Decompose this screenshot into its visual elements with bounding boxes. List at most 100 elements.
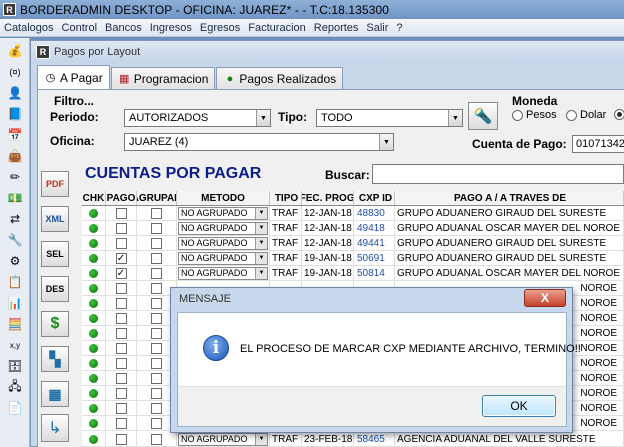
menu-control[interactable]: Control xyxy=(62,22,97,34)
pago-checkbox[interactable] xyxy=(115,282,127,294)
cxp-id-cell[interactable]: 50691 xyxy=(354,251,395,265)
agrupar-checkbox[interactable] xyxy=(151,282,162,294)
dollar-button[interactable]: $ xyxy=(41,311,69,337)
menu-catalogos[interactable]: Catalogos xyxy=(4,22,54,34)
money-bag-icon[interactable]: 💰 xyxy=(5,43,25,59)
bag-icon[interactable]: 👜 xyxy=(5,148,25,164)
metodo-select[interactable]: NO AGRUPADO ▼ xyxy=(178,432,268,446)
pago-checkbox[interactable] xyxy=(115,327,127,339)
pago-checkbox[interactable] xyxy=(115,357,127,369)
buscar-input[interactable] xyxy=(372,164,624,184)
agrupar-checkbox[interactable] xyxy=(151,222,162,234)
agrupar-checkbox[interactable] xyxy=(151,237,162,249)
cxp-id-cell[interactable]: 58465 xyxy=(354,432,395,446)
chart-icon[interactable]: 📊 xyxy=(5,295,25,311)
settings-icon[interactable]: ⚙ xyxy=(5,253,25,269)
menu-salir[interactable]: Salir xyxy=(366,22,388,34)
cxp-id-cell[interactable]: 49441 xyxy=(354,236,395,250)
agrupar-checkbox[interactable] xyxy=(151,207,162,219)
pdf-button[interactable]: PDF xyxy=(41,171,69,197)
agrupar-checkbox[interactable] xyxy=(151,327,162,339)
pago-checkbox[interactable] xyxy=(115,222,127,234)
close-button[interactable]: X xyxy=(524,289,566,307)
save-button[interactable]: ▚ xyxy=(41,346,69,372)
agrupar-checkbox[interactable] xyxy=(151,417,162,429)
col-tipo[interactable]: TIPO xyxy=(270,191,302,205)
pago-checkbox[interactable] xyxy=(115,387,127,399)
pago-checkbox[interactable] xyxy=(115,417,127,429)
calculator-icon[interactable]: 🧮 xyxy=(5,316,25,332)
oficina-select[interactable]: JUAREZ (4) ▼ xyxy=(124,133,394,151)
pago-checkbox[interactable] xyxy=(115,207,127,219)
metodo-select[interactable]: NO AGRUPADO ▼ xyxy=(178,266,268,280)
agent-icon[interactable]: 👤 xyxy=(5,85,25,101)
search-flashlight-button[interactable]: 🔦 xyxy=(468,102,498,130)
agrupar-checkbox[interactable] xyxy=(151,372,162,384)
cxp-id-cell[interactable]: 49418 xyxy=(354,221,395,235)
agrupar-checkbox[interactable] xyxy=(151,433,162,445)
col-metodo[interactable]: METODO xyxy=(177,191,270,205)
calendar-icon[interactable]: 📅 xyxy=(5,127,25,143)
book-icon[interactable]: 📘 xyxy=(5,106,25,122)
formula-icon[interactable]: x,y xyxy=(5,337,25,353)
database-icon[interactable]: 🗄 xyxy=(5,358,25,374)
col-cxp-id[interactable]: CXP ID xyxy=(354,191,395,205)
table-row[interactable]: NO AGRUPADO ▼ TRAF 23-FEB-18 58465 AGENCIA AD… xyxy=(82,432,624,447)
xml-button[interactable]: XML xyxy=(41,206,69,232)
agrupar-checkbox[interactable] xyxy=(151,252,162,264)
tab-programacion[interactable]: ▦ Programacion xyxy=(110,67,216,89)
metodo-select[interactable]: NO AGRUPADO ▼ xyxy=(178,236,268,250)
select-all-button[interactable]: SEL xyxy=(41,241,69,267)
col-fec-prog[interactable]: FEC. PROG. xyxy=(302,191,354,205)
table-row[interactable]: ✓ NO AGRUPADO ▼ TRAF 19-JAN-18 50814 GRUPO ADU… xyxy=(82,266,624,281)
periodo-select[interactable]: AUTORIZADOS ▼ xyxy=(124,109,271,127)
pago-checkbox[interactable] xyxy=(115,237,127,249)
tipo-select[interactable]: TODO ▼ xyxy=(316,109,463,127)
metodo-select[interactable]: NO AGRUPADO ▼ xyxy=(178,206,268,220)
metodo-select[interactable]: NO AGRUPADO ▼ xyxy=(178,221,268,235)
agrupar-checkbox[interactable] xyxy=(151,297,162,309)
pago-checkbox[interactable]: ✓ xyxy=(115,267,127,279)
menu-reportes[interactable]: Reportes xyxy=(314,22,359,34)
pen-icon[interactable]: ✏ xyxy=(5,169,25,185)
col-chk[interactable]: CHK xyxy=(82,191,106,205)
col-pago[interactable]: PAGO xyxy=(106,191,137,205)
menu-facturacion[interactable]: Facturacion xyxy=(248,22,305,34)
deselect-all-button[interactable]: DES xyxy=(41,276,69,302)
pago-checkbox[interactable] xyxy=(115,433,127,445)
transfer-icon[interactable]: ⇄ xyxy=(5,211,25,227)
money-icon[interactable]: 💵 xyxy=(5,190,25,206)
col-agrupar[interactable]: AGRUPAR xyxy=(137,191,177,205)
radio-pesos[interactable]: Pesos xyxy=(512,109,557,121)
grid-button[interactable]: ▦ xyxy=(41,381,69,407)
exchange-icon[interactable]: (¤) xyxy=(5,64,25,80)
tool-icon[interactable]: 🔧 xyxy=(5,232,25,248)
agrupar-checkbox[interactable] xyxy=(151,312,162,324)
pago-checkbox[interactable] xyxy=(115,342,127,354)
table-row[interactable]: ✓ NO AGRUPADO ▼ TRAF 19-JAN-18 50691 GRUPO ADU… xyxy=(82,251,624,266)
table-row[interactable]: NO AGRUPADO ▼ TRAF 12-JAN-18 49441 GRUPO ADUA… xyxy=(82,236,624,251)
table-row[interactable]: NO AGRUPADO ▼ TRAF 12-JAN-18 49418 GRUPO ADUA… xyxy=(82,221,624,236)
table-row[interactable]: NO AGRUPADO ▼ TRAF 12-JAN-18 48830 GRUPO ADUA… xyxy=(82,206,624,221)
radio-other[interactable] xyxy=(614,109,624,120)
radio-dolar[interactable]: Dolar xyxy=(566,109,606,121)
menu-bancos[interactable]: Bancos xyxy=(105,22,142,34)
agrupar-checkbox[interactable] xyxy=(151,402,162,414)
cuenta-field[interactable]: 01071342 xyxy=(572,135,624,153)
col-pago-a[interactable]: PAGO A / A TRAVES DE xyxy=(395,191,624,205)
pago-checkbox[interactable] xyxy=(115,402,127,414)
pago-checkbox[interactable] xyxy=(115,372,127,384)
pago-checkbox[interactable] xyxy=(115,312,127,324)
agrupar-checkbox[interactable] xyxy=(151,342,162,354)
tab-a-pagar[interactable]: ◷ A Pagar xyxy=(37,65,110,89)
metodo-select[interactable]: NO AGRUPADO ▼ xyxy=(178,251,268,265)
pago-checkbox[interactable] xyxy=(115,297,127,309)
agrupar-checkbox[interactable] xyxy=(151,357,162,369)
network-icon[interactable]: 🖧 xyxy=(5,379,25,395)
pago-checkbox[interactable]: ✓ xyxy=(115,252,127,264)
cxp-id-cell[interactable]: 48830 xyxy=(354,206,395,220)
report-icon[interactable]: 📋 xyxy=(5,274,25,290)
import-button[interactable]: ↳ xyxy=(41,414,69,442)
menu-help[interactable]: ? xyxy=(396,22,402,34)
cxp-id-cell[interactable]: 50814 xyxy=(354,266,395,280)
